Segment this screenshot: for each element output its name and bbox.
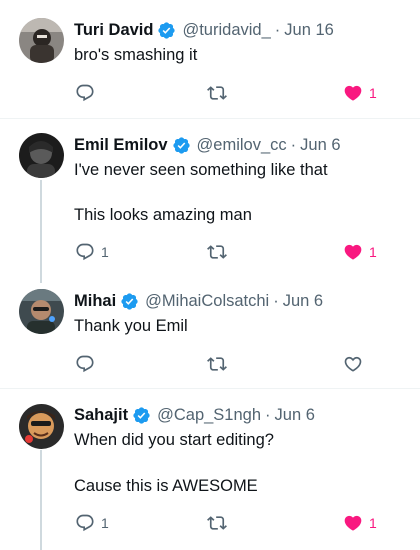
heart-icon bbox=[344, 244, 362, 260]
tweet-header: Emil Emilov @emilov_cc · Jun 6 bbox=[74, 134, 341, 156]
heart-icon bbox=[344, 85, 362, 101]
like-button[interactable] bbox=[343, 353, 363, 375]
reply-icon bbox=[76, 355, 94, 373]
like-button[interactable]: 1 bbox=[343, 241, 377, 263]
separator: · bbox=[265, 405, 271, 424]
display-name[interactable]: Mihai bbox=[74, 292, 116, 311]
reply-count: 1 bbox=[101, 244, 109, 260]
verified-badge-icon bbox=[172, 136, 191, 155]
reply-icon bbox=[76, 514, 94, 532]
verified-badge-icon bbox=[157, 21, 176, 40]
verified-badge-icon bbox=[132, 406, 151, 425]
avatar[interactable] bbox=[19, 404, 64, 449]
display-name[interactable]: Sahajit bbox=[74, 406, 128, 425]
tweet-text: Thank you Emil bbox=[74, 317, 188, 335]
retweet-icon bbox=[207, 357, 227, 371]
separator: · bbox=[273, 291, 279, 310]
reply-tweet[interactable]: Emil Emilov @emilov_cc · Jun 6 I've neve… bbox=[0, 119, 420, 388]
tweet-header: Sahajit @Cap_S1ngh · Jun 6 bbox=[74, 404, 315, 426]
reply-tweet[interactable]: Turi David @turidavid_ · Jun 16 bro's sm… bbox=[0, 0, 420, 118]
tweet-text: Cause this is AWESOME bbox=[74, 477, 258, 495]
retweet-button[interactable] bbox=[207, 512, 227, 534]
like-count: 1 bbox=[369, 244, 377, 260]
handle[interactable]: @turidavid_ bbox=[182, 21, 270, 40]
reply-button[interactable]: 1 bbox=[75, 512, 109, 534]
reply-count: 1 bbox=[101, 515, 109, 531]
display-name[interactable]: Emil Emilov bbox=[74, 136, 168, 155]
reply-icon bbox=[76, 243, 94, 261]
like-count: 1 bbox=[369, 85, 377, 101]
reply-icon bbox=[76, 84, 94, 102]
heart-outline-icon bbox=[344, 356, 362, 372]
separator: · bbox=[290, 135, 297, 154]
like-count: 1 bbox=[369, 515, 377, 531]
retweet-button[interactable] bbox=[207, 82, 227, 104]
separator: · bbox=[274, 20, 281, 39]
like-button[interactable]: 1 bbox=[343, 512, 377, 534]
retweet-icon bbox=[207, 86, 227, 100]
retweet-icon bbox=[207, 516, 227, 530]
like-button[interactable]: 1 bbox=[343, 82, 377, 104]
reply-tweet[interactable]: Sahajit @Cap_S1ngh · Jun 6 When did you … bbox=[0, 389, 420, 550]
reply-button[interactable] bbox=[75, 353, 95, 375]
tweet-header: Turi David @turidavid_ · Jun 16 bbox=[74, 19, 334, 41]
tweet-text: When did you start editing? bbox=[74, 431, 274, 449]
handle[interactable]: @Cap_S1ngh bbox=[157, 406, 261, 425]
reply-button[interactable] bbox=[75, 82, 95, 104]
timestamp[interactable]: Jun 6 bbox=[283, 292, 323, 311]
handle[interactable]: @emilov_cc bbox=[197, 136, 287, 155]
retweet-button[interactable] bbox=[207, 353, 227, 375]
avatar[interactable] bbox=[19, 18, 64, 63]
tweet-text: This looks amazing man bbox=[74, 206, 252, 224]
handle[interactable]: @MihaiColsatchi bbox=[145, 292, 269, 311]
reply-button[interactable]: 1 bbox=[75, 241, 109, 263]
tweet-text: bro's smashing it bbox=[74, 46, 198, 64]
retweet-button[interactable] bbox=[207, 241, 227, 263]
verified-badge-icon bbox=[120, 292, 139, 311]
heart-icon bbox=[344, 515, 362, 531]
display-name[interactable]: Turi David bbox=[74, 21, 153, 40]
avatar[interactable] bbox=[19, 289, 64, 334]
tweet-header: Mihai @MihaiColsatchi · Jun 6 bbox=[74, 290, 323, 312]
avatar[interactable] bbox=[19, 133, 64, 178]
timestamp[interactable]: Jun 6 bbox=[275, 406, 315, 425]
tweet-text: I've never seen something like that bbox=[74, 161, 328, 179]
timestamp[interactable]: Jun 6 bbox=[300, 136, 340, 155]
timestamp[interactable]: Jun 16 bbox=[284, 21, 334, 40]
retweet-icon bbox=[207, 245, 227, 259]
